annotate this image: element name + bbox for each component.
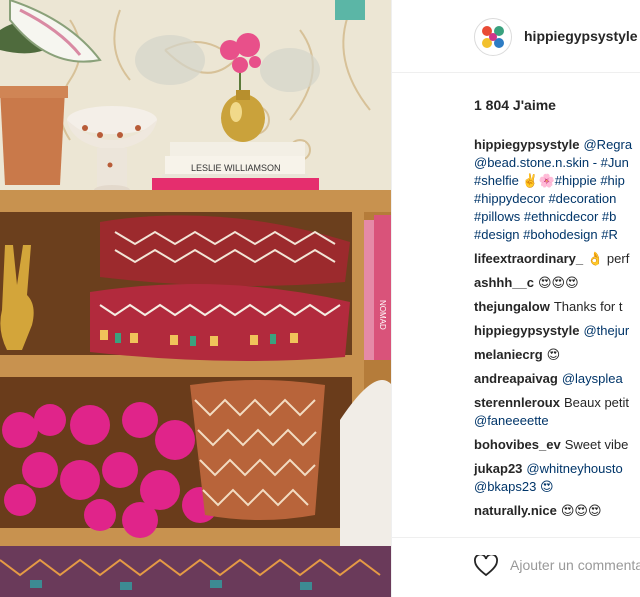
comment-text: Thanks for t bbox=[553, 299, 623, 314]
comment-mention[interactable]: @faneeeette bbox=[474, 413, 549, 428]
comment-username[interactable]: jukap23 bbox=[474, 461, 522, 476]
comment-text: 😍😍😍 bbox=[537, 275, 579, 290]
comment-item: thejungalow Thanks for t bbox=[474, 298, 640, 316]
comment-item: hippiegypsystyle @thejur bbox=[474, 322, 640, 340]
comment-text: 👌 perf bbox=[587, 251, 630, 266]
caption-line[interactable]: #pillows #ethnicdecor #b bbox=[474, 208, 640, 226]
post-side-panel: hippiegypsystyle 1 804 J'aime hippiegyps… bbox=[391, 0, 640, 597]
caption-line[interactable]: #design #bohodesign #R bbox=[474, 226, 640, 244]
post-header: hippiegypsystyle bbox=[392, 0, 640, 73]
comment-mention[interactable]: @laysplea bbox=[562, 371, 623, 386]
comment-username[interactable]: hippiegypsystyle bbox=[474, 323, 579, 338]
comment-item: bohovibes_ev Sweet vibe bbox=[474, 436, 640, 454]
book-title: LESLIE WILLIAMSON bbox=[191, 163, 281, 173]
add-comment-input[interactable]: Ajouter un commentaire... bbox=[510, 557, 640, 573]
comment-username[interactable]: andreapaivag bbox=[474, 371, 558, 386]
comment-mention[interactable]: @whitneyhousto bbox=[526, 461, 622, 476]
comment-username[interactable]: ashhh__c bbox=[474, 275, 534, 290]
comment-item: sterennleroux Beaux petit @faneeeette bbox=[474, 394, 640, 430]
comment-username[interactable]: melaniecrg bbox=[474, 347, 543, 362]
caption: hippiegypsystyle @Regra @bead.stone.n.ski… bbox=[474, 136, 640, 244]
comment-mention[interactable]: @bkaps23 😍 bbox=[474, 479, 554, 494]
comment-item: ashhh__c 😍😍😍 bbox=[474, 274, 640, 292]
comment-username[interactable]: lifeextraordinary_ bbox=[474, 251, 583, 266]
comments-list: hippiegypsystyle @Regra @bead.stone.n.ski… bbox=[474, 136, 640, 526]
likes-count[interactable]: 1 804 J'aime bbox=[474, 97, 556, 113]
avatar[interactable] bbox=[474, 18, 512, 56]
comment-text: 😍 bbox=[546, 347, 561, 362]
comment-username[interactable]: naturally.nice bbox=[474, 503, 557, 518]
caption-line[interactable]: #shelfie ✌️🌸#hippie #hip bbox=[474, 172, 640, 190]
side-book-title: NOMAD bbox=[378, 300, 387, 330]
caption-author[interactable]: hippiegypsystyle bbox=[474, 137, 579, 152]
avatar-logo bbox=[478, 22, 508, 52]
comment-username[interactable]: thejungalow bbox=[474, 299, 550, 314]
comment-text: Sweet vibe bbox=[564, 437, 629, 452]
comment-item: andreapaivag @laysplea bbox=[474, 370, 640, 388]
photo-illustration: LESLIE WILLIAMSON NOMAD bbox=[0, 0, 391, 597]
post-photo[interactable]: LESLIE WILLIAMSON NOMAD bbox=[0, 0, 391, 597]
caption-line[interactable]: #hippydecor #decoration bbox=[474, 190, 640, 208]
header-username[interactable]: hippiegypsystyle bbox=[524, 28, 638, 44]
comment-text: Beaux petit bbox=[563, 395, 630, 410]
comment-item: melaniecrg 😍 bbox=[474, 346, 640, 364]
comment-item: lifeextraordinary_ 👌 perf bbox=[474, 250, 640, 268]
comment-username[interactable]: bohovibes_ev bbox=[474, 437, 561, 452]
comment-mention[interactable]: @thejur bbox=[583, 323, 629, 338]
comment-footer: Ajouter un commentaire... bbox=[392, 537, 640, 597]
comment-item: jukap23 @whitneyhousto @bkaps23 😍 bbox=[474, 460, 640, 496]
comment-username[interactable]: sterennleroux bbox=[474, 395, 560, 410]
comment-item: naturally.nice 😍😍😍 bbox=[474, 502, 640, 520]
comment-text: 😍😍😍 bbox=[560, 503, 602, 518]
heart-icon[interactable] bbox=[474, 555, 498, 577]
caption-line[interactable]: @bead.stone.n.skin - #Jun bbox=[474, 154, 640, 172]
caption-line[interactable]: @Regra bbox=[583, 137, 632, 152]
